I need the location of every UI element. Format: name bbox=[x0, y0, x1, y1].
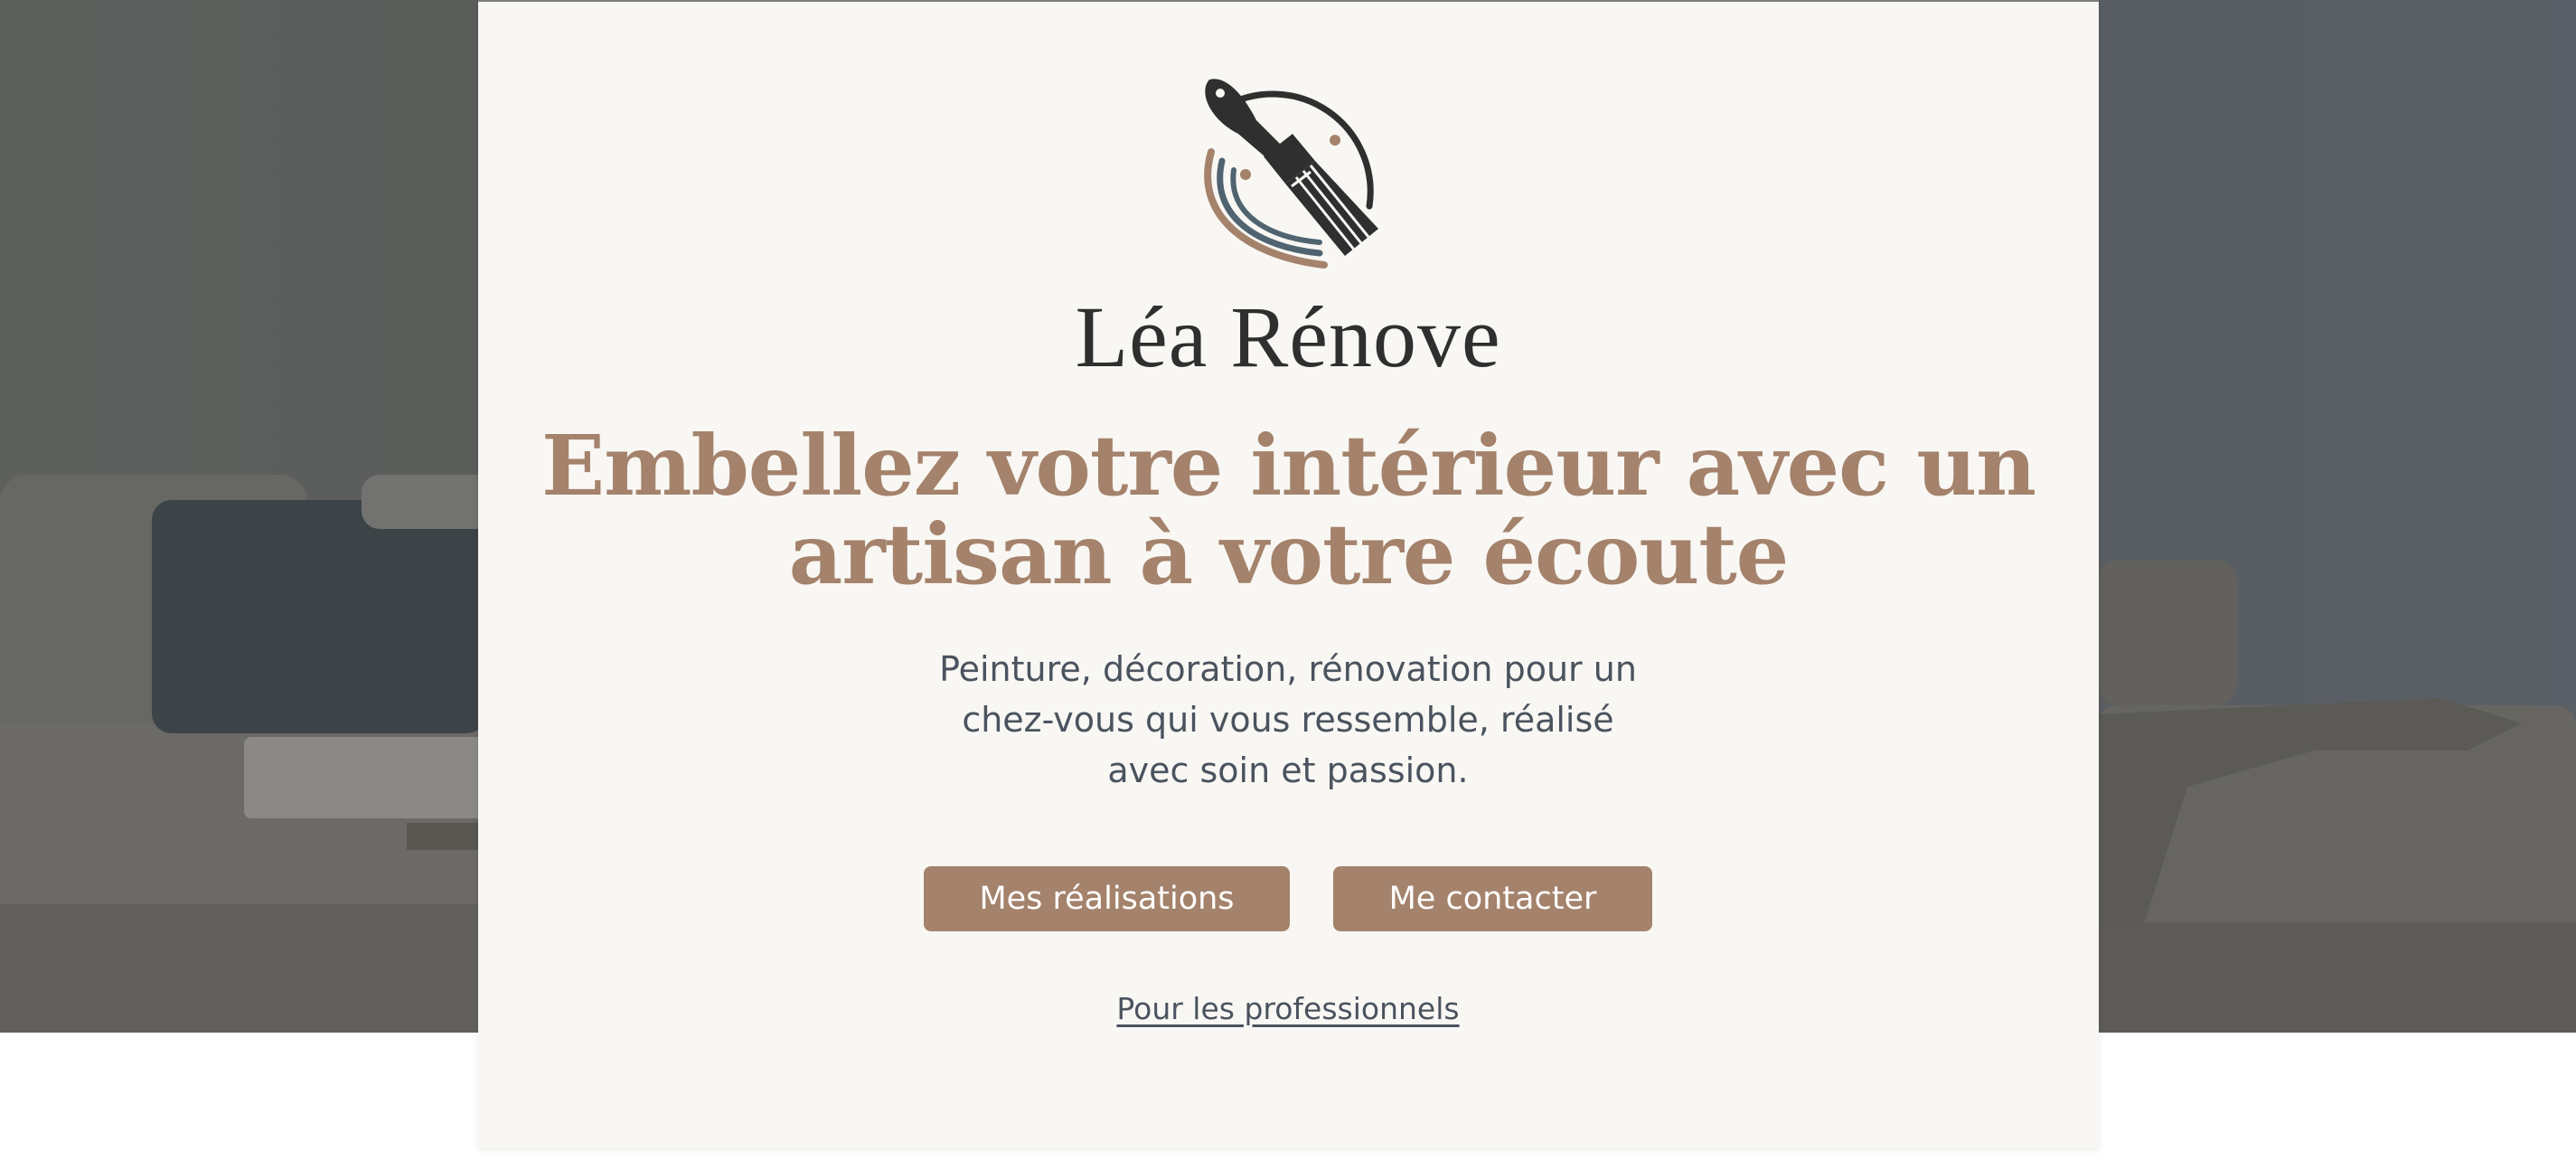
brand-name: Léa Rénove bbox=[1075, 288, 1501, 385]
professionals-link[interactable]: Pour les professionnels bbox=[0, 991, 2576, 1026]
contact-button[interactable]: Me contacter bbox=[1333, 866, 1652, 931]
hero-subtitle: Peinture, décoration, rénovation pour un… bbox=[939, 649, 1637, 790]
portfolio-button[interactable]: Mes réalisations bbox=[924, 866, 1290, 931]
hero-headline: Embellez votre intérieur avec un artisan… bbox=[541, 417, 2036, 603]
paintbrush-logo-icon bbox=[1204, 79, 1378, 269]
